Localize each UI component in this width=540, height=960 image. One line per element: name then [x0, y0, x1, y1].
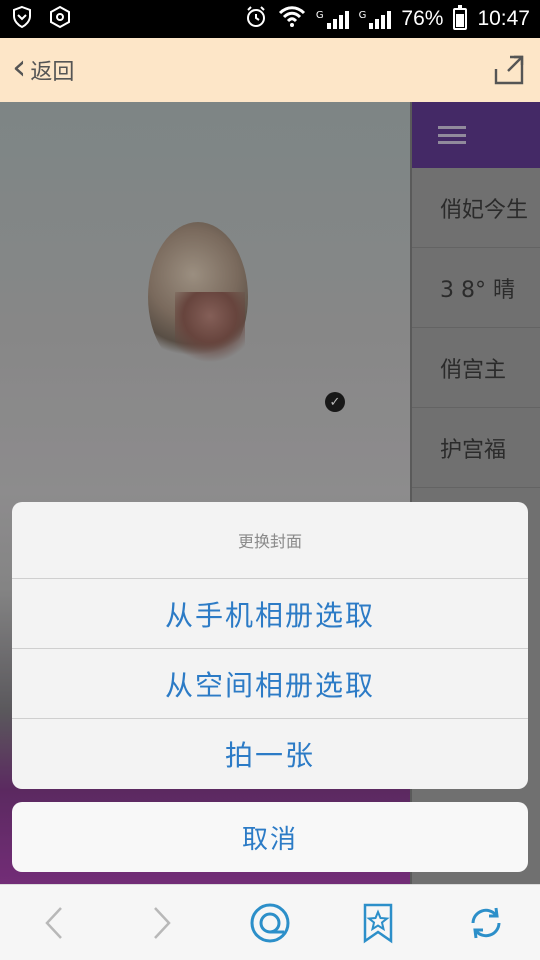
nav-bookmark-button[interactable] [350, 895, 406, 951]
share-button[interactable] [490, 51, 528, 89]
choose-from-qzone-album-button[interactable]: 从空间相册选取 [12, 649, 528, 719]
signal-strength-icon: G [359, 9, 392, 29]
status-bar: G G 76% 10:47 [0, 0, 540, 38]
alarm-icon [244, 5, 268, 34]
action-sheet-title: 更换封面 [12, 502, 528, 579]
battery-icon [453, 5, 468, 30]
choose-from-phone-album-button[interactable]: 从手机相册选取 [12, 579, 528, 649]
share-icon [494, 55, 524, 85]
nav-qzone-button[interactable] [242, 895, 298, 951]
back-label: 返回 [30, 60, 75, 85]
cancel-button[interactable]: 取消 [12, 802, 528, 872]
action-sheet: 更换封面 从手机相册选取 从空间相册选取 拍一张 [12, 502, 528, 789]
signal-strength-icon: G [316, 9, 349, 29]
back-button[interactable]: ‹ 返回 [12, 50, 75, 86]
take-photo-button[interactable]: 拍一张 [12, 719, 528, 789]
chevron-left-icon: ‹ [12, 47, 27, 88]
refresh-icon [471, 907, 501, 938]
clock: 10:47 [477, 7, 530, 30]
nav-refresh-button[interactable] [458, 895, 514, 951]
wifi-icon [278, 5, 306, 33]
bottom-nav [0, 884, 540, 960]
battery-percent: 76% [401, 7, 444, 30]
bookmark-star-icon [363, 903, 393, 943]
shield-status-icon [10, 5, 34, 34]
nav-back-button[interactable] [26, 895, 82, 951]
forward-arrow-icon [154, 906, 171, 939]
target-status-icon [48, 5, 72, 34]
qzone-icon [250, 903, 290, 942]
back-arrow-icon [45, 906, 62, 939]
top-bar: ‹ 返回 [0, 38, 540, 102]
nav-forward-button[interactable] [134, 895, 190, 951]
